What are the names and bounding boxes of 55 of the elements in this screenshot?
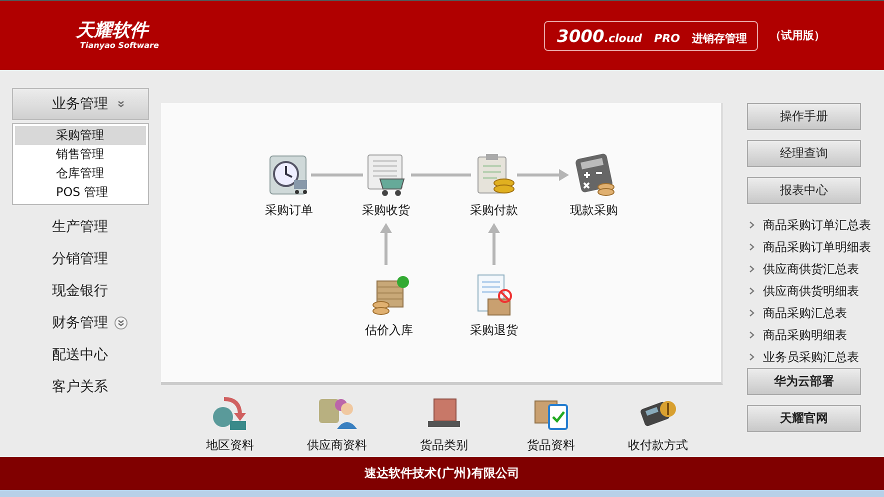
flow-node-label[interactable]: 采购退货: [470, 322, 518, 339]
product-suffix: .cloud: [604, 32, 642, 44]
link-button[interactable]: 天耀官网: [747, 405, 862, 432]
submenu-item[interactable]: 销售管理: [15, 145, 146, 164]
shortcut-label[interactable]: 货品资料: [527, 437, 576, 454]
shortcut-label[interactable]: 供应商资料: [306, 437, 367, 454]
report-link[interactable]: 商品采购汇总表: [747, 302, 884, 324]
submenu-item[interactable]: 仓库管理: [15, 164, 146, 183]
shortcut-label[interactable]: 收付款方式: [628, 437, 688, 454]
report-link[interactable]: 商品采购订单汇总表: [747, 214, 884, 236]
report-link[interactable]: 供应商供货汇总表: [747, 258, 884, 280]
nav-item[interactable]: 配送中心: [12, 339, 149, 371]
product-edition: PRO: [654, 32, 680, 44]
trial-label: （试用版）: [770, 28, 825, 43]
company-name: 速达软件技术(广州)有限公司: [364, 465, 520, 482]
menu-button[interactable]: 操作手册: [747, 103, 862, 130]
expand-icon[interactable]: [114, 316, 128, 330]
menu-button[interactable]: 经理查询: [747, 140, 862, 167]
report-link[interactable]: 商品采购明细表: [747, 324, 884, 346]
nav-item[interactable]: 生产管理: [12, 211, 149, 243]
flow-node-label[interactable]: 采购收货: [362, 202, 410, 219]
chevron-icon: [749, 221, 756, 229]
flow-node-label[interactable]: 估价入库: [364, 322, 413, 339]
product-name: 进销存管理: [692, 30, 747, 46]
flow-node-label[interactable]: 采购付款: [470, 202, 518, 219]
flow-arrow: [516, 169, 569, 181]
report-link[interactable]: 供应商供货明细表: [747, 280, 884, 302]
submenu-item[interactable]: POS 管理: [15, 183, 146, 202]
shortcut-label[interactable]: 地区资料: [206, 437, 254, 454]
chevron-icon: [749, 287, 756, 295]
flow-connector: [410, 174, 471, 176]
nav-item[interactable]: 客户关系: [12, 371, 149, 403]
flow-arrow: [488, 223, 500, 265]
report-link[interactable]: 业务员采购汇总表: [747, 346, 884, 368]
nav-item[interactable]: 财务管理: [12, 307, 149, 339]
shortcut-label[interactable]: 货品类别: [420, 437, 468, 454]
menu-button[interactable]: 报表中心: [747, 177, 862, 204]
logo-subtext: Tianyao Software: [80, 41, 160, 50]
product-number: 3000: [557, 26, 604, 46]
flow-connector: [310, 174, 363, 176]
report-link[interactable]: 商品采购订单明细表: [747, 236, 884, 258]
chevron-icon: [749, 265, 756, 273]
flow-node-label[interactable]: 现款采购: [570, 202, 618, 219]
chevron-icon: [749, 243, 756, 251]
chevron-icon: [749, 331, 756, 339]
nav-item[interactable]: 业务管理: [12, 88, 149, 120]
flow-node-label[interactable]: 采购订单: [264, 202, 313, 219]
nav-item[interactable]: 分销管理: [12, 243, 149, 275]
submenu-item[interactable]: 采购管理: [15, 126, 146, 145]
logo-text: 天耀软件: [76, 21, 150, 41]
flow-arrow: [380, 223, 392, 265]
link-button[interactable]: 华为云部署: [747, 368, 862, 395]
chevron-icon: [749, 309, 756, 317]
chevron-icon: [749, 353, 756, 361]
nav-item[interactable]: 现金银行: [12, 275, 149, 307]
